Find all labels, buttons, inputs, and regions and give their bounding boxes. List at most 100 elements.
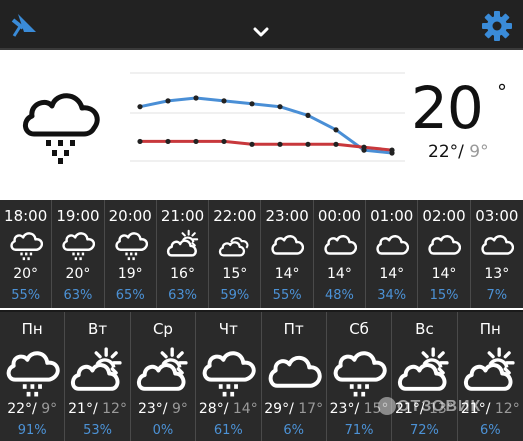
- current-temperature: 20: [411, 74, 484, 142]
- current-weather: 20 ° 22°/ 9°: [0, 50, 523, 200]
- hour-time: 20:00: [108, 207, 152, 225]
- cloud-icon: [271, 235, 305, 255]
- trend-point-upper: [277, 104, 283, 110]
- hour-cell[interactable]: 22:00 15° 59%: [209, 200, 262, 308]
- trend-point-lower: [137, 138, 143, 145]
- hour-temp: 19°: [117, 266, 143, 282]
- hour-precip-chance: 63%: [168, 288, 197, 303]
- day-hi-lo-separator: /: [485, 401, 491, 417]
- trend-point-lower: [277, 141, 283, 147]
- day-precip-chance: 53%: [83, 423, 113, 438]
- cloud-icon: [324, 235, 357, 255]
- hour-temp: 14°: [327, 266, 352, 282]
- day-cell[interactable]: Ср 23°/ 9° 0%: [131, 312, 197, 441]
- day-name: Пн: [21, 320, 43, 338]
- hour-cell[interactable]: 03:00 13° 7%: [471, 200, 523, 308]
- day-hi-lo: 29°/ 17°: [262, 401, 326, 417]
- day-lo: 9°: [41, 401, 58, 417]
- day-hi: 21°: [68, 401, 93, 417]
- day-cell[interactable]: Вс 21°/ 13° 72%: [392, 312, 458, 441]
- trend-point-upper: [165, 98, 171, 104]
- hour-precip-chance: 63%: [63, 288, 93, 303]
- gear-icon[interactable]: [481, 10, 513, 42]
- hour-time: 01:00: [370, 207, 414, 225]
- rain-cloud-icon: [114, 232, 148, 261]
- hour-temp: 20°: [13, 266, 39, 282]
- rain-cloud-icon: [333, 351, 387, 397]
- hour-precip-chance: 7%: [486, 288, 508, 303]
- day-cell[interactable]: Пт 29°/ 17° 6%: [262, 312, 327, 441]
- temperature-trend-graph: [130, 72, 405, 162]
- day-hi: 23°: [329, 401, 355, 417]
- trend-point-upper: [193, 95, 199, 101]
- hour-time: 18:00: [4, 207, 48, 225]
- watermark-badge: [378, 397, 396, 415]
- chevron-down-icon[interactable]: [250, 24, 272, 40]
- hour-time: 00:00: [317, 207, 362, 225]
- hour-cell[interactable]: 23:00 14° 55%: [261, 200, 314, 308]
- current-hi: 22°: [428, 142, 459, 162]
- hour-precip-chance: 55%: [11, 288, 41, 303]
- trend-point-lower: [333, 141, 339, 147]
- trend-point-lower: [165, 138, 171, 145]
- hour-temp: 14°: [431, 266, 457, 282]
- sun-cloud-icon: [398, 347, 449, 391]
- hour-time: 23:00: [265, 207, 309, 225]
- day-precip-chance: 0%: [152, 423, 174, 438]
- day-hi-lo-separator: /: [92, 401, 98, 417]
- day-hi-lo-separator: /: [32, 401, 37, 417]
- sun-cloud-icon: [71, 347, 122, 391]
- trend-point-upper: [305, 112, 311, 118]
- day-lo: 14°: [232, 401, 258, 417]
- cloud-icon: [376, 235, 410, 255]
- cloud-icon: [268, 355, 322, 388]
- satellite-icon[interactable]: [10, 10, 40, 40]
- trend-point-upper: [249, 101, 255, 107]
- hour-precip-chance: 48%: [324, 288, 354, 303]
- rain-cloud-icon: [23, 93, 100, 164]
- day-cell[interactable]: Пн 22°/ 9° 91%: [0, 312, 66, 441]
- day-name: Пт: [283, 320, 304, 338]
- hour-time: 21:00: [160, 207, 205, 225]
- watermark: ОТЗОВИК: [397, 398, 482, 415]
- rain-cloud-icon: [6, 351, 60, 397]
- hour-time: 22:00: [213, 207, 257, 225]
- day-precip-chance: 71%: [344, 423, 374, 438]
- day-lo: 12°: [494, 401, 520, 417]
- hour-cell[interactable]: 19:00 20° 63%: [52, 200, 105, 308]
- hour-time: 19:00: [56, 207, 100, 225]
- hour-cell[interactable]: 20:00 19° 65%: [105, 200, 157, 308]
- day-hi-lo: 22°/ 9°: [0, 401, 64, 417]
- day-hi: 29°: [264, 401, 290, 417]
- hour-precip-chance: 34%: [377, 288, 407, 303]
- day-hi-lo: 21°/ 12°: [65, 401, 129, 417]
- day-lo: 9°: [171, 401, 188, 417]
- hour-temp: 15°: [222, 266, 248, 282]
- trend-point-lower: [249, 141, 255, 147]
- degree-symbol: °: [497, 80, 507, 104]
- hour-cell[interactable]: 18:00 20° 55%: [0, 200, 53, 308]
- top-bar: [0, 0, 523, 50]
- day-cell[interactable]: Вт 21°/ 12° 53%: [65, 312, 131, 441]
- day-cell[interactable]: Пн 21°/ 12° 6%: [458, 312, 523, 441]
- sun-cloud-icon: [136, 347, 188, 391]
- trend-point-lower: [193, 138, 199, 145]
- hour-cell[interactable]: 02:00 14° 15%: [418, 200, 471, 308]
- day-hi: 28°: [198, 401, 224, 417]
- day-cell[interactable]: Чт 28°/ 14° 61%: [196, 312, 262, 441]
- hour-cell[interactable]: 21:00 16° 63%: [157, 200, 210, 308]
- day-hi-lo-separator: /: [289, 401, 294, 417]
- hour-precip-chance: 15%: [429, 288, 459, 303]
- hour-cell[interactable]: 01:00 14° 34%: [366, 200, 419, 308]
- hour-precip-chance: 55%: [272, 288, 302, 303]
- day-precip-chance: 6%: [480, 423, 501, 438]
- trend-point-lower: [305, 141, 311, 147]
- day-hi-lo: 28°/ 14°: [196, 401, 260, 417]
- hour-time: 03:00: [475, 207, 519, 225]
- day-cell[interactable]: Сб 23°/ 15° 71%: [327, 312, 393, 441]
- hour-time: 02:00: [422, 207, 466, 225]
- hour-cell[interactable]: 00:00 14° 48%: [314, 200, 367, 308]
- day-hi: 22°: [7, 401, 33, 417]
- day-lo: 17°: [298, 401, 324, 417]
- day-precip-chance: 91%: [17, 423, 47, 438]
